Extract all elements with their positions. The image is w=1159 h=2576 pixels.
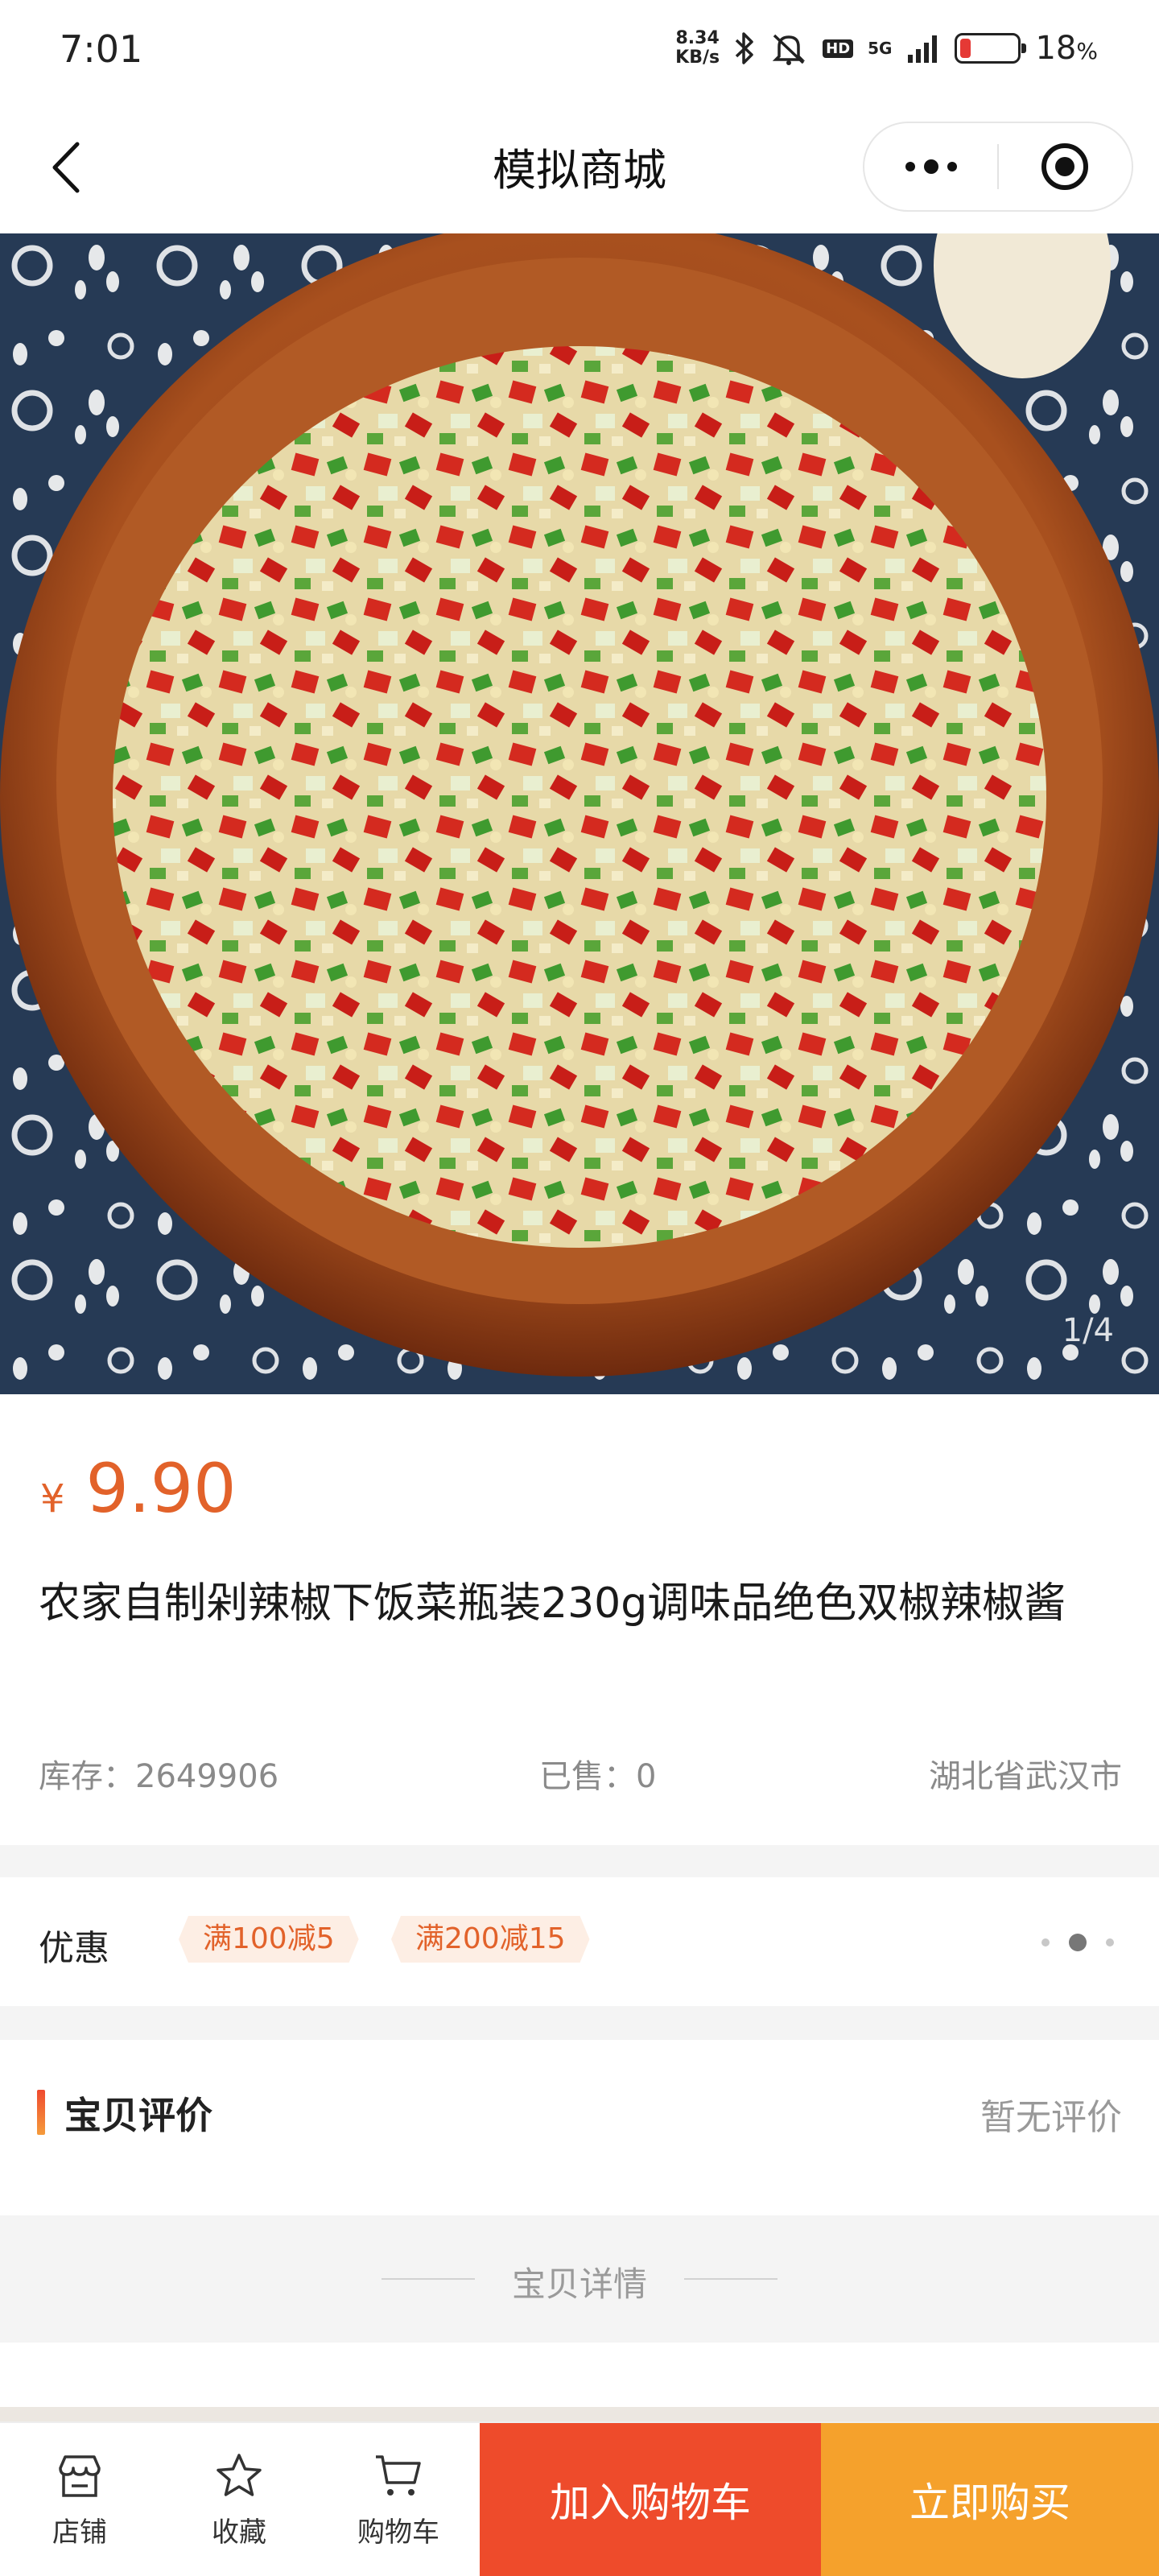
battery-level [960, 39, 971, 58]
cart-button[interactable]: 购物车 [319, 2423, 478, 2576]
dot [1069, 1934, 1087, 1951]
divider-line [684, 2278, 777, 2280]
promotions-row[interactable]: 优惠 满100减5 满200减15 [0, 1877, 1159, 2006]
store-icon [59, 2454, 101, 2497]
favorite-label: 收藏 [212, 2516, 266, 2549]
buy-now-button[interactable]: 立即购买 [821, 2423, 1159, 2576]
product-image-carousel[interactable]: 1/4 [0, 233, 1159, 1394]
battery-icon [955, 33, 1027, 64]
status-bar: 7:01 8.34 KB/s HD 5G 18% [0, 0, 1159, 101]
add-to-cart-button[interactable]: 加入购物车 [480, 2423, 821, 2576]
ship-location: 湖北省武汉市 [929, 1758, 1122, 1795]
nav-bar: 模拟商城 [0, 101, 1159, 233]
status-icons: 8.34 KB/s HD 5G 18% [675, 24, 1098, 72]
net-speed: 8.34 KB/s [675, 29, 720, 68]
target-icon[interactable] [999, 123, 1132, 210]
signal-icon [906, 34, 940, 63]
reviews-title: 宝贝评价 [64, 2094, 212, 2137]
bluetooth-icon [734, 31, 755, 66]
promotions-label: 优惠 [39, 1928, 109, 1969]
mute-icon [769, 31, 808, 66]
price-value: 9.90 [85, 1449, 237, 1528]
promo-tag: 满200减15 [391, 1916, 590, 1963]
bottom-action-bar: 店铺 收藏 购物车 加入购物车 立即购买 [0, 2421, 1159, 2576]
reviews-section[interactable]: 宝贝评价 暂无评价 [0, 2040, 1159, 2215]
dot [1041, 1938, 1050, 1946]
product-title: 农家自制剁辣椒下饭菜瓶装230g调味品绝色双椒辣椒酱 [39, 1579, 1066, 1628]
section-divider [0, 1845, 1159, 1877]
net-speed-value: 8.34 [675, 28, 720, 48]
dot [1106, 1938, 1114, 1946]
section-divider [0, 2006, 1159, 2040]
stock: 库存：2649906 [39, 1758, 279, 1795]
favorite-button[interactable]: 收藏 [159, 2423, 319, 2576]
promo-tag: 满100减5 [179, 1916, 359, 1963]
mini-program-capsule [863, 122, 1133, 212]
cart-label: 购物车 [357, 2516, 439, 2549]
network-type: 5G [868, 39, 893, 58]
hd-badge: HD [823, 39, 854, 58]
details-content [0, 2343, 1159, 2423]
battery-percent: 18% [1035, 30, 1098, 67]
sold-count: 已售：0 [539, 1758, 657, 1795]
cart-icon [376, 2454, 421, 2496]
more-icon[interactable] [864, 123, 997, 210]
store-button[interactable]: 店铺 [0, 2423, 159, 2576]
currency-symbol: ¥ [40, 1476, 65, 1521]
product-photo [0, 233, 1159, 1394]
details-header: 宝贝详情 [0, 2215, 1159, 2343]
status-time: 7:01 [60, 27, 143, 71]
price: ¥ 9.90 [40, 1449, 237, 1528]
net-speed-unit: KB/s [675, 47, 720, 68]
star-icon [217, 2453, 262, 2496]
product-meta: 库存：2649906 已售：0 湖北省武汉市 [39, 1750, 1122, 1798]
store-label: 店铺 [52, 2516, 107, 2549]
image-indicator: 1/4 [1062, 1312, 1114, 1349]
details-title: 宝贝详情 [511, 2264, 647, 2304]
more-dots-icon[interactable] [1041, 1934, 1114, 1951]
reviews-empty: 暂无评价 [980, 2097, 1122, 2138]
section-accent-bar [37, 2090, 45, 2135]
product-info: ¥ 9.90 农家自制剁辣椒下饭菜瓶装230g调味品绝色双椒辣椒酱 库存：264… [0, 1394, 1159, 1845]
